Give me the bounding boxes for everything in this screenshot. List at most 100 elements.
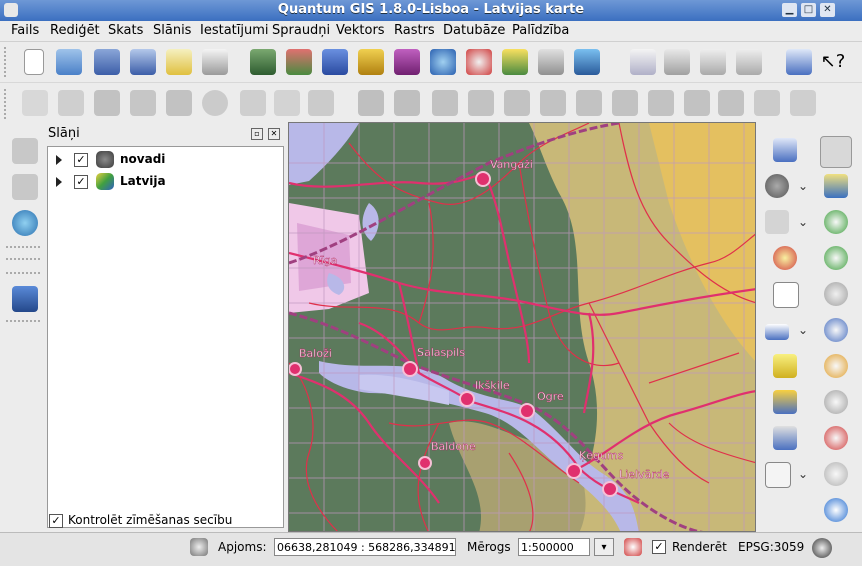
chevron-down-icon[interactable]: ⌄ xyxy=(798,215,808,229)
scale-combobox[interactable]: 1:500000 xyxy=(518,538,590,556)
render-order-checkbox[interactable]: ✓ xyxy=(49,514,63,528)
projection-status-icon[interactable] xyxy=(812,538,832,558)
crs-label[interactable]: EPSG:3059 xyxy=(738,540,804,554)
menu-iestatijumi[interactable]: Iestatījumi xyxy=(200,23,269,38)
coordinate-toggle-icon[interactable] xyxy=(190,538,208,556)
digitize-line-icon[interactable] xyxy=(12,138,38,164)
new-project-icon[interactable] xyxy=(24,49,44,75)
menu-palidziba[interactable]: Palīdzība xyxy=(512,23,569,38)
float-panel-icon[interactable]: ▫ xyxy=(251,128,263,140)
pan-icon[interactable] xyxy=(820,136,852,168)
reshape-icon[interactable] xyxy=(612,90,638,116)
expand-arrow-icon[interactable] xyxy=(56,155,62,165)
deselect-icon[interactable] xyxy=(773,246,797,270)
undo-icon[interactable] xyxy=(358,90,384,116)
edit-pencil-icon[interactable] xyxy=(22,90,48,116)
gear-icon[interactable] xyxy=(765,174,789,198)
cut-icon[interactable] xyxy=(240,90,266,116)
menu-spraudni[interactable]: Spraudņi xyxy=(272,23,330,38)
rotate-point-icon[interactable] xyxy=(790,90,816,116)
zoom-out-icon[interactable] xyxy=(824,246,848,270)
add-spatialite-layer-icon[interactable] xyxy=(358,49,384,75)
node-tool-icon[interactable] xyxy=(166,90,192,116)
database-icon[interactable] xyxy=(12,286,38,312)
zoom-last-icon[interactable] xyxy=(824,390,848,414)
spellcheck-icon[interactable] xyxy=(630,49,656,75)
text-annotation-icon[interactable] xyxy=(765,462,791,488)
help-icon[interactable] xyxy=(786,49,812,75)
menu-vektors[interactable]: Vektors xyxy=(336,23,385,38)
toolbar-grip-2[interactable] xyxy=(4,89,9,119)
close-icon[interactable]: ✕ xyxy=(820,3,835,17)
zoom-selection-icon[interactable] xyxy=(824,282,848,306)
raster-icon[interactable] xyxy=(12,174,38,200)
delete-ring-icon[interactable] xyxy=(540,90,566,116)
globe-icon[interactable] xyxy=(12,210,38,236)
layer-tree[interactable]: ✓ novadi ✓ Latvija xyxy=(47,146,284,528)
extent-field[interactable]: 06638,281049 : 568286,334891 xyxy=(274,538,456,556)
redo-icon[interactable] xyxy=(394,90,420,116)
map-image[interactable]: Vangaži Rīga Baloži Salaspils Ikšķile Og… xyxy=(289,123,756,532)
chevron-down-icon[interactable]: ⌄ xyxy=(798,179,808,193)
save-project-icon[interactable] xyxy=(94,49,120,75)
layer-row-latvija[interactable]: ✓ Latvija xyxy=(56,173,276,193)
plugin-icon[interactable] xyxy=(664,49,690,75)
toolbar-grip[interactable] xyxy=(4,47,9,77)
chevron-down-icon[interactable]: ⌄ xyxy=(798,323,808,337)
remove-layer-icon[interactable] xyxy=(538,49,564,75)
add-feature-icon[interactable] xyxy=(94,90,120,116)
measure-icon[interactable] xyxy=(765,324,789,340)
zoom-native-icon[interactable] xyxy=(824,354,848,378)
plugin2-icon[interactable] xyxy=(700,49,726,75)
identify-icon[interactable] xyxy=(773,138,797,162)
merge-features-icon[interactable] xyxy=(718,90,744,116)
whats-this-icon[interactable]: ↖? xyxy=(820,49,846,75)
select-icon[interactable] xyxy=(765,210,789,234)
maximize-icon[interactable]: □ xyxy=(801,3,816,17)
paste-icon[interactable] xyxy=(308,90,334,116)
attribute-table-icon[interactable] xyxy=(773,282,799,308)
layer-visibility-checkbox[interactable]: ✓ xyxy=(74,175,88,189)
delete-selected-icon[interactable] xyxy=(202,90,228,116)
move-feature-icon[interactable] xyxy=(130,90,156,116)
stop-render-icon[interactable] xyxy=(624,538,642,556)
menu-skats[interactable]: Skats xyxy=(108,23,143,38)
new-spatialite-layer-icon[interactable] xyxy=(574,49,600,75)
simplify-icon[interactable] xyxy=(432,90,458,116)
annotation-icon[interactable] xyxy=(773,354,797,378)
zoom-actual-icon[interactable] xyxy=(824,462,848,486)
layer-visibility-checkbox[interactable]: ✓ xyxy=(74,153,88,167)
zoom-in-icon[interactable] xyxy=(824,210,848,234)
plugin3-icon[interactable] xyxy=(736,49,762,75)
menu-datubaze[interactable]: Datubāze xyxy=(443,23,505,38)
chevron-down-icon[interactable]: ⌄ xyxy=(798,467,808,481)
add-wms-layer-icon[interactable] xyxy=(430,49,456,75)
map-canvas[interactable]: Vangaži Rīga Baloži Salaspils Ikšķile Og… xyxy=(288,122,756,532)
print-icon[interactable] xyxy=(202,49,228,75)
expand-arrow-icon[interactable] xyxy=(56,177,62,187)
menu-rediget[interactable]: Rediģēt xyxy=(50,23,100,38)
new-print-composer-icon[interactable] xyxy=(166,49,192,75)
close-panel-icon[interactable]: ✕ xyxy=(268,128,280,140)
zoom-full-icon[interactable] xyxy=(824,174,848,198)
add-raster-layer-icon[interactable] xyxy=(286,49,312,75)
minimize-icon[interactable]: ▁ xyxy=(782,3,797,17)
menu-slanis[interactable]: Slānis xyxy=(153,23,191,38)
copy-icon[interactable] xyxy=(274,90,300,116)
add-part-icon[interactable] xyxy=(504,90,530,116)
add-wfs-layer-icon[interactable] xyxy=(466,49,492,75)
offset-curve-icon[interactable] xyxy=(648,90,674,116)
add-postgis-layer-icon[interactable] xyxy=(322,49,348,75)
zoom-next-icon[interactable] xyxy=(824,426,848,450)
save-as-icon[interactable] xyxy=(130,49,156,75)
split-icon[interactable] xyxy=(684,90,710,116)
zoom-layer-icon[interactable] xyxy=(824,318,848,342)
show-bookmarks-icon[interactable] xyxy=(773,426,797,450)
menu-rastrs[interactable]: Rastrs xyxy=(394,23,435,38)
layer-row-novadi[interactable]: ✓ novadi xyxy=(56,151,276,171)
scale-dropdown-icon[interactable]: ▾ xyxy=(594,538,614,556)
render-checkbox[interactable]: ✓ xyxy=(652,540,666,554)
delete-part-icon[interactable] xyxy=(576,90,602,116)
merge-attributes-icon[interactable] xyxy=(754,90,780,116)
save-edits-icon[interactable] xyxy=(58,90,84,116)
